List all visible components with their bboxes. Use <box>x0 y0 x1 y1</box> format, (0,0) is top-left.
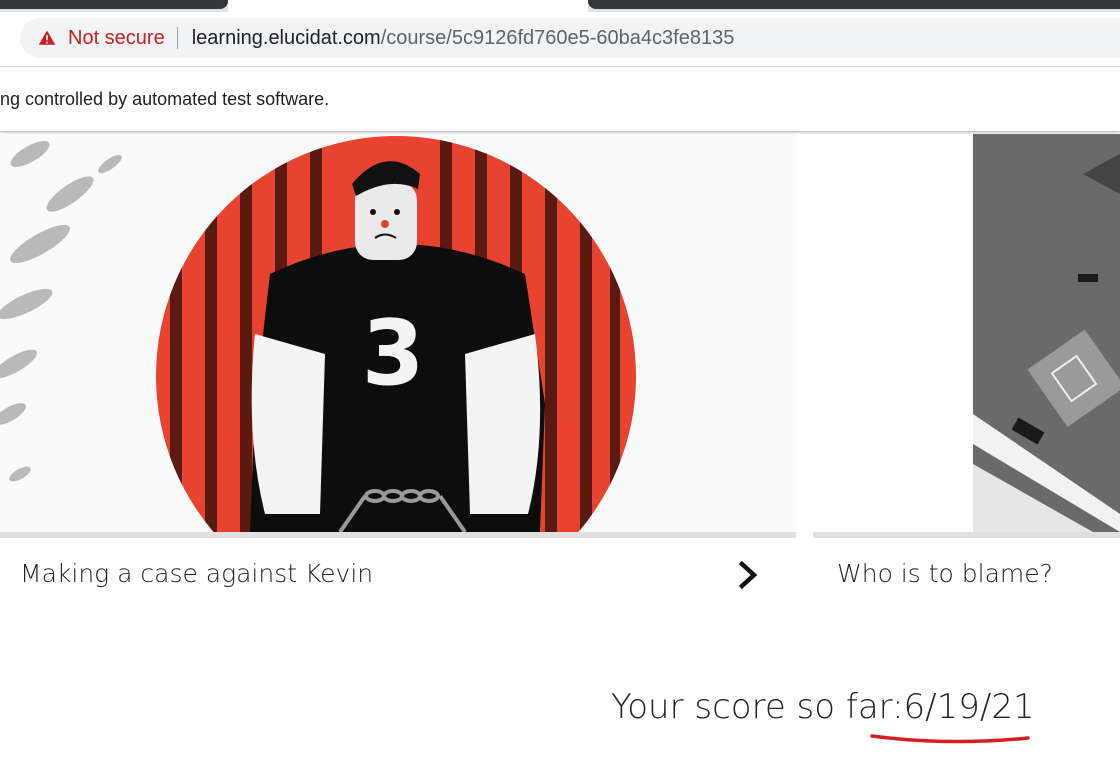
automation-infobar: ng controlled by automated test software… <box>0 67 1120 132</box>
annotation-underline <box>870 734 1030 744</box>
tab-strip <box>0 0 1120 12</box>
url-domain: learning.elucidat.com <box>191 26 381 49</box>
address-bar[interactable]: Not secure learning.elucidat.com/course/… <box>20 18 1120 58</box>
card-title-kevin[interactable]: Making a case against Kevin <box>20 559 373 588</box>
url-path: /course/5c9126fd760e5-60ba4c3fe8135 <box>380 26 735 49</box>
browser-tab[interactable] <box>588 0 1120 9</box>
card-divider <box>813 532 1120 538</box>
blame-illustration[interactable] <box>973 134 1120 532</box>
chevron-right-icon[interactable] <box>736 560 760 590</box>
jersey-number: 3 <box>362 301 425 406</box>
separator <box>176 27 178 49</box>
kevin-illustration[interactable]: 3 <box>0 134 796 532</box>
card-divider <box>0 532 796 538</box>
score-display: Your score so far:6/19/21 <box>611 687 1035 727</box>
browser-tab[interactable] <box>0 0 228 9</box>
course-content: 3 Making a case against Kevin Who is to … <box>0 134 1120 775</box>
score-value: 6/19/21 <box>903 687 1035 727</box>
url-text[interactable]: learning.elucidat.com/course/5c9126fd760… <box>192 27 735 50</box>
infobar-message: ng controlled by automated test software… <box>0 89 330 109</box>
security-status[interactable]: Not secure <box>68 27 165 50</box>
card-title-blame[interactable]: Who is to blame? <box>837 559 1053 588</box>
browser-toolbar: Not secure learning.elucidat.com/course/… <box>0 12 1120 67</box>
browser-tab-active[interactable] <box>228 0 588 12</box>
warning-icon[interactable] <box>38 29 56 47</box>
score-label: Your score so far: <box>611 687 904 727</box>
